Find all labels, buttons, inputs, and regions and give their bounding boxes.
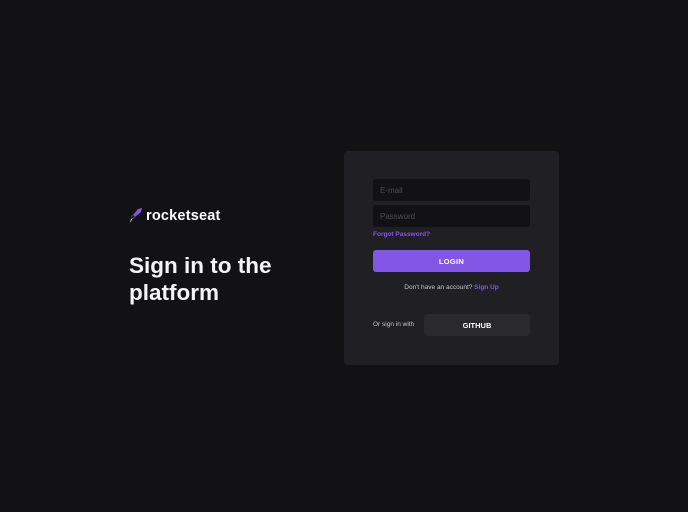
login-button[interactable]: LOGIN bbox=[373, 250, 530, 272]
password-field[interactable] bbox=[373, 205, 530, 227]
login-page: rocketseat Sign in to the platform Forgo… bbox=[0, 0, 688, 512]
rocket-logo-icon bbox=[130, 208, 142, 223]
signup-link[interactable]: Sign Up bbox=[474, 284, 499, 291]
github-signin-button[interactable]: GITHUB bbox=[424, 314, 530, 336]
email-field[interactable] bbox=[373, 179, 530, 201]
signup-prompt: Don't have an account? bbox=[404, 284, 475, 291]
login-card: Forgot Password? LOGIN Don't have an acc… bbox=[344, 151, 559, 365]
brand-logo: rocketseat bbox=[129, 207, 221, 224]
brand-name: rocketseat bbox=[146, 207, 221, 224]
social-signin-label: Or sign in with bbox=[373, 321, 415, 328]
forgot-password-link[interactable]: Forgot Password? bbox=[373, 231, 430, 238]
signup-row: Don't have an account? Sign Up bbox=[373, 284, 530, 291]
page-title: Sign in to the platform bbox=[129, 253, 272, 305]
